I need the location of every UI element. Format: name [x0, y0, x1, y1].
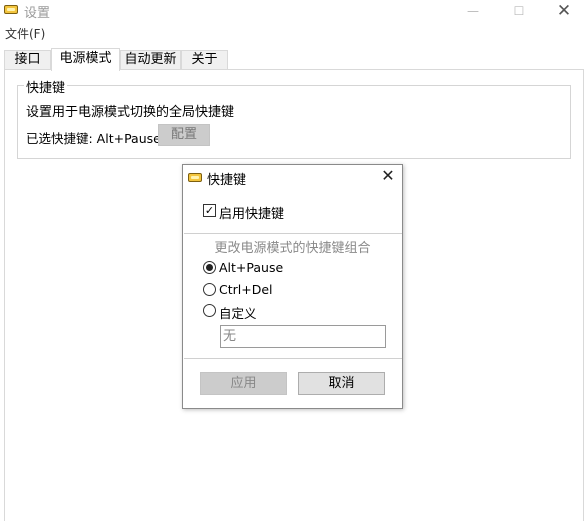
radio-unselected-icon[interactable] [203, 304, 216, 317]
dialog-close-icon[interactable]: ✕ [377, 166, 399, 186]
checkbox-check-icon[interactable]: ✓ [203, 204, 216, 217]
maximize-button[interactable]: ☐ [496, 0, 542, 22]
separator [184, 358, 402, 359]
title-bar: 设置 — ☐ ✕ [0, 0, 587, 22]
dialog-title: 快捷键 [207, 173, 247, 188]
enable-hotkey-label: 启用快捷键 [219, 207, 285, 222]
hotkey-dialog: 快捷键 ✕ ✓ 启用快捷键 更改电源模式的快捷键组合 Alt+Pause Ctr… [182, 164, 403, 409]
menu-file[interactable]: 文件(F) [5, 25, 45, 42]
radio-custom-label: 自定义 [219, 306, 257, 321]
hotkey-group-title: 快捷键 [24, 77, 68, 96]
hotkey-groupbox: 快捷键 设置用于电源模式切换的全局快捷键 已选快捷键: Alt+Pause 配置 [17, 77, 571, 159]
radio-alt-pause-label: Alt+Pause [219, 260, 284, 275]
radio-unselected-icon[interactable] [203, 283, 216, 296]
separator [184, 233, 402, 234]
minimize-button[interactable]: — [450, 0, 496, 22]
custom-hotkey-input[interactable]: 无 [220, 325, 386, 348]
radio-selected-icon[interactable] [203, 261, 216, 274]
tab-about[interactable]: 关于 [181, 50, 228, 70]
selected-hotkey-label: 已选快捷键: Alt+Pause [26, 131, 161, 146]
combination-section-title: 更改电源模式的快捷键组合 [214, 241, 371, 256]
menu-bar: 文件(F) [0, 23, 587, 42]
window-title: 设置 [24, 6, 51, 21]
close-button[interactable]: ✕ [541, 0, 587, 22]
tab-interface[interactable]: 接口 [4, 50, 51, 70]
app-icon [4, 5, 18, 14]
configure-button[interactable]: 配置 [158, 124, 210, 146]
hotkey-description: 设置用于电源模式切换的全局快捷键 [26, 105, 235, 120]
dialog-icon [188, 173, 202, 182]
apply-button[interactable]: 应用 [200, 372, 287, 395]
cancel-button[interactable]: 取消 [298, 372, 385, 395]
tab-auto-update[interactable]: 自动更新 [120, 50, 181, 70]
tab-power-mode[interactable]: 电源模式 [51, 48, 120, 71]
radio-ctrl-del-label: Ctrl+Del [219, 282, 273, 297]
